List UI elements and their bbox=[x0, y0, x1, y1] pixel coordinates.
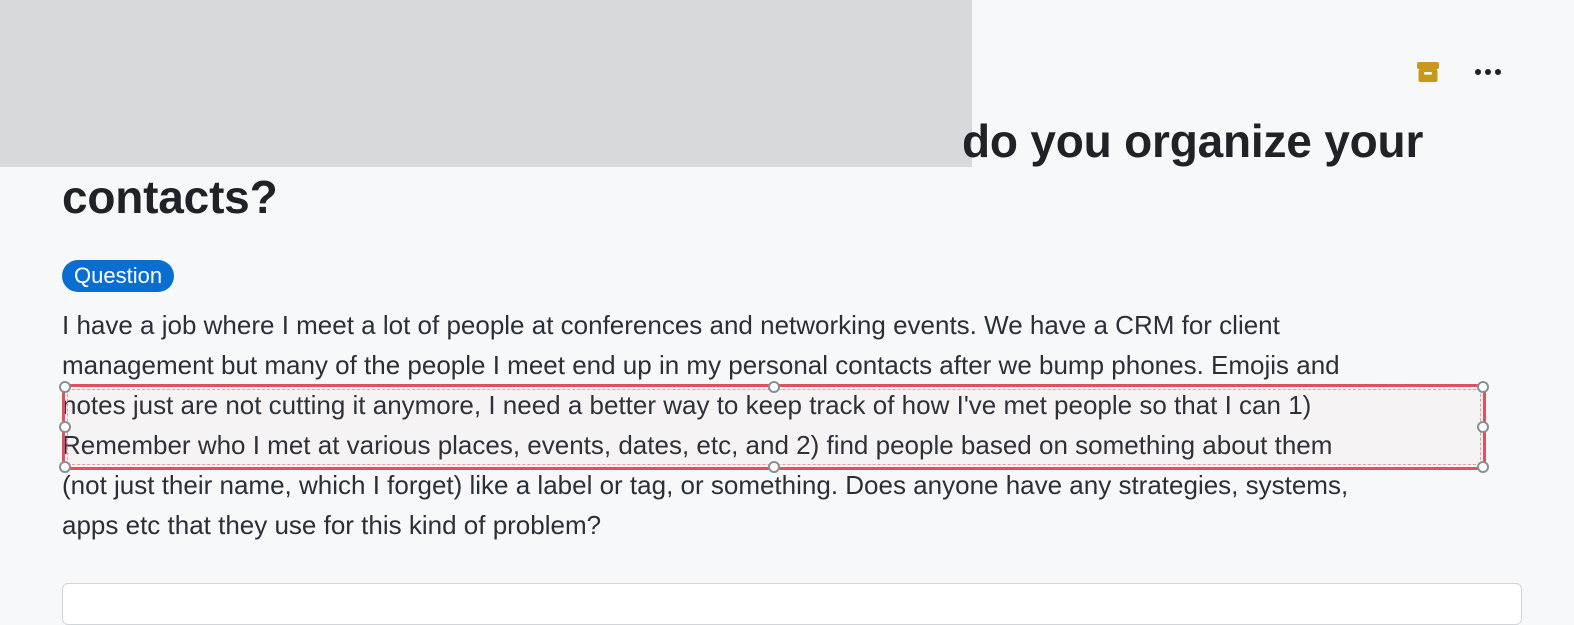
resize-handle-bottom[interactable] bbox=[768, 461, 780, 473]
more-horizontal-icon bbox=[1475, 69, 1501, 75]
resize-handle-right[interactable] bbox=[1477, 421, 1489, 433]
resize-handle-top-right[interactable] bbox=[1477, 381, 1489, 393]
archive-icon bbox=[1417, 62, 1439, 82]
resize-handle-bottom-left[interactable] bbox=[59, 461, 71, 473]
post-body-line: (not just their name, which I forget) li… bbox=[62, 470, 1349, 500]
resize-handle-left[interactable] bbox=[59, 421, 71, 433]
comment-box[interactable] bbox=[62, 583, 1522, 625]
category-badge[interactable]: Question bbox=[62, 260, 175, 292]
post-title-line-2: contacts? bbox=[62, 171, 278, 223]
archive-button[interactable] bbox=[1412, 56, 1444, 88]
post-body-line: management but many of the people I meet… bbox=[62, 350, 1340, 380]
post-toolbar bbox=[1412, 56, 1504, 88]
resize-handle-top[interactable] bbox=[768, 381, 780, 393]
post-title-line-1: do you organize your bbox=[962, 115, 1424, 167]
post-body-line: I have a job where I meet a lot of peopl… bbox=[62, 310, 1280, 340]
discussion-page: do you organize your contacts? Question … bbox=[0, 0, 1574, 625]
post-title: do you organize your contacts? bbox=[62, 113, 1462, 225]
resize-handle-bottom-right[interactable] bbox=[1477, 461, 1489, 473]
more-options-button[interactable] bbox=[1472, 56, 1504, 88]
selection-box[interactable] bbox=[59, 381, 1489, 473]
post-body-line: apps etc that they use for this kind of … bbox=[62, 510, 602, 540]
resize-handle-top-left[interactable] bbox=[59, 381, 71, 393]
